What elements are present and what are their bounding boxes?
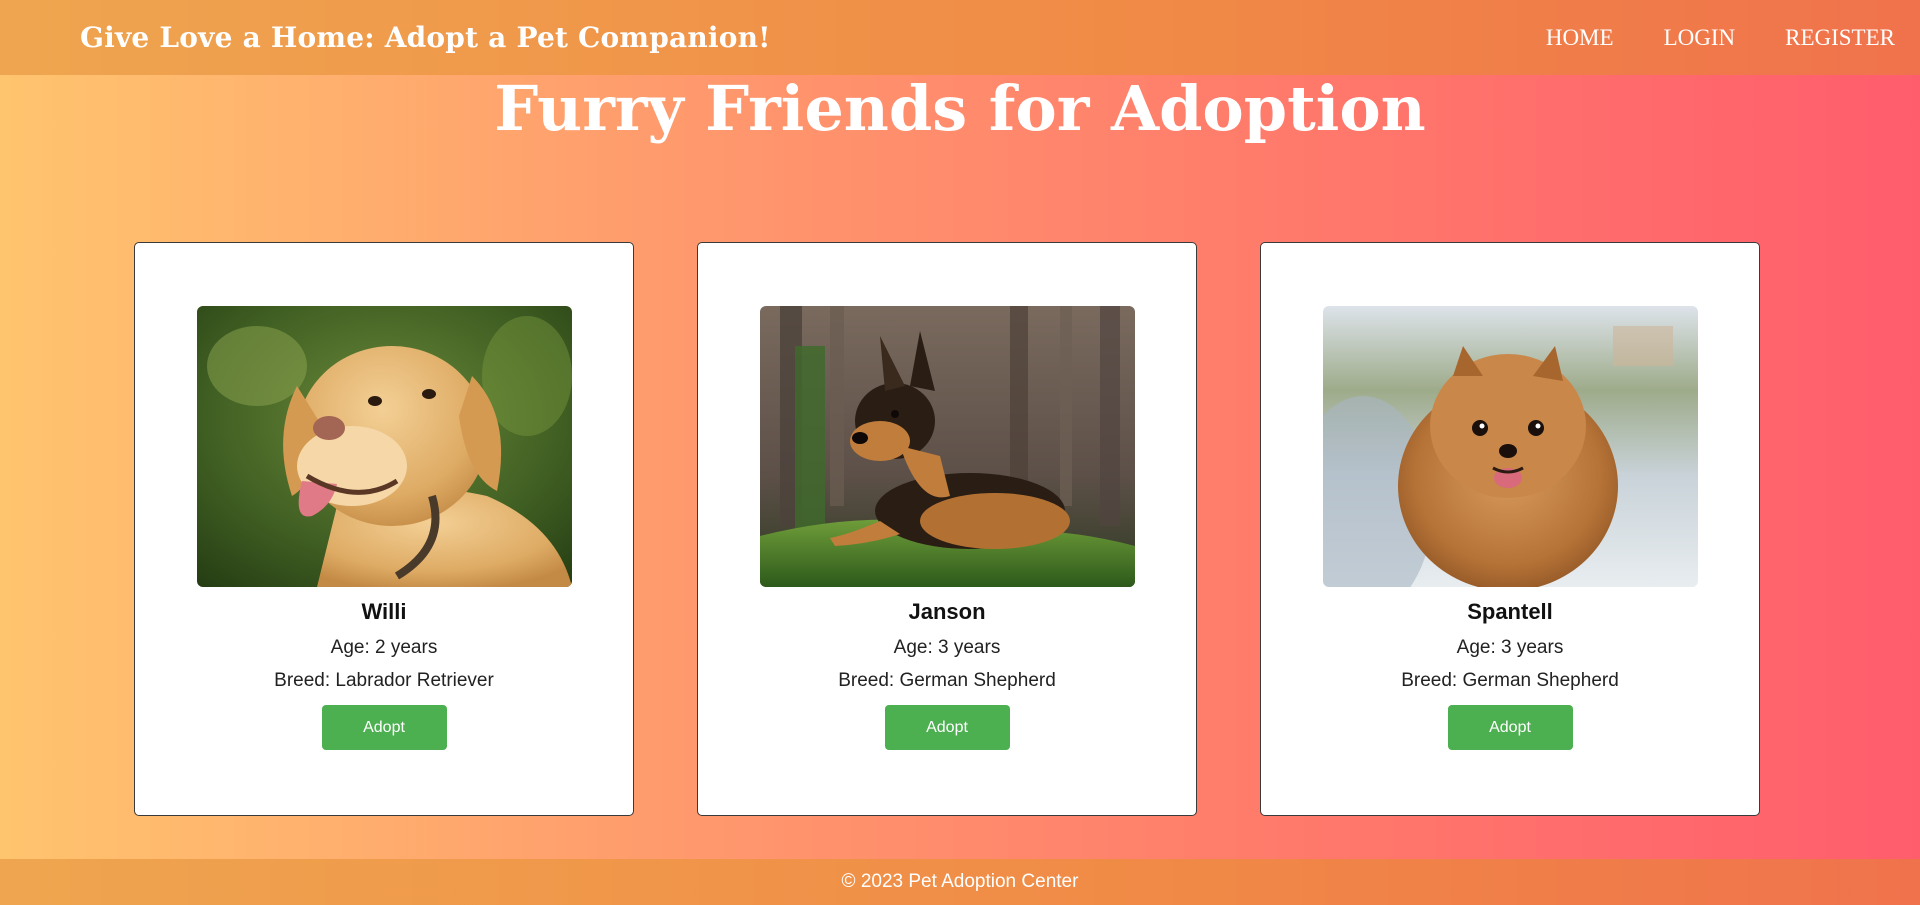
footer-text: © 2023 Pet Adoption Center — [841, 871, 1079, 892]
pet-age: Age: 3 years — [893, 637, 1001, 658]
pet-age: Age: 2 years — [330, 637, 438, 658]
pet-breed: Breed: Labrador Retriever — [274, 670, 494, 691]
pet-breed: Breed: German Shepherd — [1401, 670, 1619, 691]
adopt-button-janson[interactable]: Adopt — [884, 705, 1010, 750]
pet-breed: Breed: German Shepherd — [838, 670, 1056, 691]
pet-card-janson: Janson Age: 3 years Breed: German Shephe… — [697, 242, 1197, 816]
labrador-photo — [196, 306, 572, 587]
pet-name: Spantell — [1467, 599, 1553, 624]
pet-name: Janson — [908, 599, 986, 624]
nav-login-link[interactable]: LOGIN — [1664, 25, 1736, 51]
pomeranian-photo — [1322, 306, 1698, 587]
german-shepherd-photo — [759, 306, 1135, 587]
pet-age: Age: 3 years — [1456, 637, 1564, 658]
footer: © 2023 Pet Adoption Center — [0, 859, 1920, 905]
pet-card-willi: Willi Age: 2 years Breed: Labrador Retri… — [134, 242, 634, 816]
site-title: Give Love a Home: Adopt a Pet Companion! — [80, 21, 771, 54]
page-title: Furry Friends for Adoption — [494, 72, 1426, 145]
main-nav: HOME LOGIN REGISTER — [1496, 25, 1895, 51]
adopt-button-spantell[interactable]: Adopt — [1447, 705, 1573, 750]
pet-name: Willi — [361, 599, 407, 624]
adopt-button-willi[interactable]: Adopt — [321, 705, 447, 750]
nav-register-link[interactable]: REGISTER — [1785, 25, 1895, 51]
top-navbar: Give Love a Home: Adopt a Pet Companion!… — [0, 0, 1920, 75]
nav-home-link[interactable]: HOME — [1546, 25, 1614, 51]
pet-card-spantell: Spantell Age: 3 years Breed: German Shep… — [1260, 242, 1760, 816]
pet-cards: Willi Age: 2 years Breed: Labrador Retri… — [134, 242, 1760, 816]
